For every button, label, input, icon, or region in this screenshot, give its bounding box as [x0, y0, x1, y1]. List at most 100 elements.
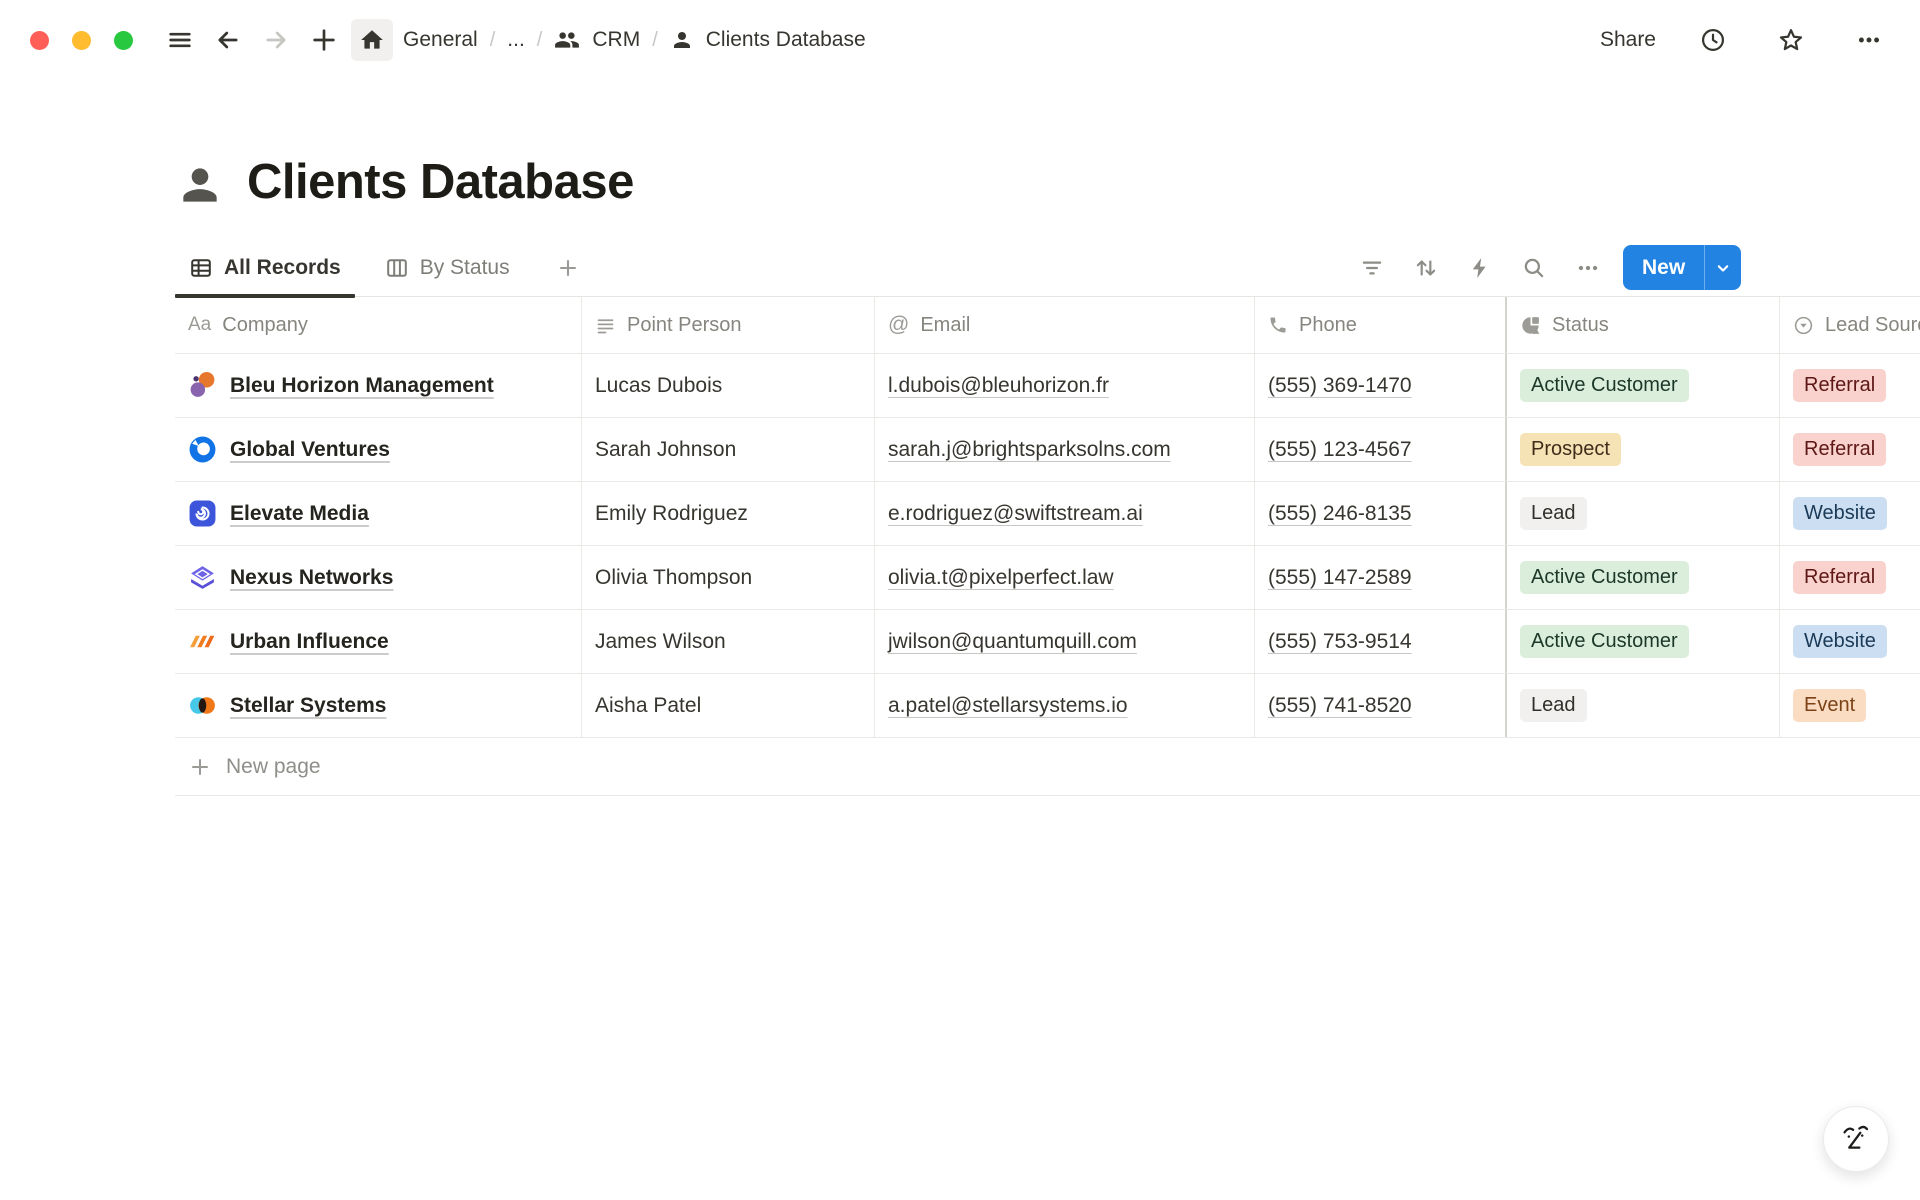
table-row[interactable]: Global Ventures Sarah Johnson sarah.j@br… — [175, 418, 1920, 482]
phone-cell[interactable]: (555) 753-9514 — [1254, 610, 1505, 673]
phone-cell[interactable]: (555) 741-8520 — [1254, 674, 1505, 737]
lead-source-badge[interactable]: Referral — [1793, 369, 1886, 402]
status-badge[interactable]: Prospect — [1520, 433, 1621, 466]
company-cell[interactable]: Bleu Horizon Management — [175, 354, 581, 417]
point-person-cell[interactable]: James Wilson — [581, 610, 874, 673]
phone-link[interactable]: (555) 123-4567 — [1268, 438, 1412, 462]
company-cell[interactable]: Elevate Media — [175, 482, 581, 545]
view-options-button[interactable] — [1575, 255, 1601, 281]
company-name[interactable]: Stellar Systems — [230, 694, 386, 718]
breadcrumb-collapsed[interactable]: ... — [507, 28, 525, 52]
email-link[interactable]: a.patel@stellarsystems.io — [888, 694, 1128, 718]
lead-source-badge[interactable]: Event — [1793, 689, 1866, 722]
sort-button[interactable] — [1413, 255, 1439, 281]
email-cell[interactable]: sarah.j@brightsparksolns.com — [874, 418, 1254, 481]
company-name[interactable]: Urban Influence — [230, 630, 389, 654]
status-cell[interactable]: Active Customer — [1505, 610, 1779, 673]
column-header-point-person[interactable]: Point Person — [581, 297, 874, 353]
status-badge[interactable]: Lead — [1520, 497, 1587, 530]
status-badge[interactable]: Active Customer — [1520, 369, 1689, 402]
new-tab-button[interactable] — [303, 19, 345, 61]
phone-link[interactable]: (555) 246-8135 — [1268, 502, 1412, 526]
phone-cell[interactable]: (555) 123-4567 — [1254, 418, 1505, 481]
back-button[interactable] — [207, 19, 249, 61]
minimize-window-button[interactable] — [72, 31, 91, 50]
point-person-cell[interactable]: Lucas Dubois — [581, 354, 874, 417]
email-cell[interactable]: e.rodriguez@swiftstream.ai — [874, 482, 1254, 545]
email-cell[interactable]: jwilson@quantumquill.com — [874, 610, 1254, 673]
point-person-cell[interactable]: Aisha Patel — [581, 674, 874, 737]
point-person-cell[interactable]: Sarah Johnson — [581, 418, 874, 481]
column-header-lead-source[interactable]: Lead Source — [1779, 297, 1920, 353]
company-name[interactable]: Nexus Networks — [230, 566, 393, 590]
company-cell[interactable]: Global Ventures — [175, 418, 581, 481]
breadcrumb-root[interactable]: General — [403, 28, 478, 52]
table-row[interactable]: Elevate Media Emily Rodriguez e.rodrigue… — [175, 482, 1920, 546]
email-link[interactable]: olivia.t@pixelperfect.law — [888, 566, 1114, 590]
search-button[interactable] — [1521, 255, 1547, 281]
sidebar-menu-button[interactable] — [159, 19, 201, 61]
company-name[interactable]: Bleu Horizon Management — [230, 374, 494, 398]
filter-button[interactable] — [1359, 255, 1385, 281]
column-header-company[interactable]: Aa Company — [175, 297, 581, 353]
forward-button[interactable] — [255, 19, 297, 61]
phone-link[interactable]: (555) 147-2589 — [1268, 566, 1412, 590]
new-record-button[interactable]: New — [1623, 245, 1741, 290]
status-badge[interactable]: Active Customer — [1520, 625, 1689, 658]
company-name[interactable]: Elevate Media — [230, 502, 369, 526]
phone-cell[interactable]: (555) 147-2589 — [1254, 546, 1505, 609]
column-header-email[interactable]: @ Email — [874, 297, 1254, 353]
more-options-button[interactable] — [1848, 19, 1890, 61]
automation-button[interactable] — [1467, 255, 1493, 281]
tab-by-status[interactable]: By Status — [371, 240, 524, 296]
email-link[interactable]: jwilson@quantumquill.com — [888, 630, 1137, 654]
column-header-status[interactable]: Status — [1505, 297, 1779, 353]
company-cell[interactable]: Nexus Networks — [175, 546, 581, 609]
home-button[interactable] — [351, 19, 393, 61]
status-cell[interactable]: Prospect — [1505, 418, 1779, 481]
email-cell[interactable]: olivia.t@pixelperfect.law — [874, 546, 1254, 609]
add-view-button[interactable] — [550, 240, 586, 296]
new-page-button[interactable]: New page — [175, 738, 1920, 796]
company-name[interactable]: Global Ventures — [230, 438, 390, 462]
status-badge[interactable]: Active Customer — [1520, 561, 1689, 594]
company-cell[interactable]: Urban Influence — [175, 610, 581, 673]
page-person-icon[interactable] — [175, 160, 225, 210]
zoom-window-button[interactable] — [114, 31, 133, 50]
table-row[interactable]: Stellar Systems Aisha Patel a.patel@stel… — [175, 674, 1920, 738]
lead-source-cell[interactable]: Website — [1779, 482, 1920, 545]
status-cell[interactable]: Lead — [1505, 482, 1779, 545]
company-cell[interactable]: Stellar Systems — [175, 674, 581, 737]
status-cell[interactable]: Lead — [1505, 674, 1779, 737]
close-window-button[interactable] — [30, 31, 49, 50]
email-cell[interactable]: l.dubois@bleuhorizon.fr — [874, 354, 1254, 417]
email-link[interactable]: sarah.j@brightsparksolns.com — [888, 438, 1171, 462]
phone-link[interactable]: (555) 369-1470 — [1268, 374, 1412, 398]
favorite-button[interactable] — [1770, 19, 1812, 61]
share-button[interactable]: Share — [1594, 24, 1662, 56]
email-link[interactable]: l.dubois@bleuhorizon.fr — [888, 374, 1109, 398]
lead-source-badge[interactable]: Referral — [1793, 433, 1886, 466]
phone-link[interactable]: (555) 741-8520 — [1268, 694, 1412, 718]
new-record-label[interactable]: New — [1623, 245, 1704, 290]
lead-source-cell[interactable]: Event — [1779, 674, 1920, 737]
status-cell[interactable]: Active Customer — [1505, 354, 1779, 417]
lead-source-cell[interactable]: Referral — [1779, 546, 1920, 609]
lead-source-cell[interactable]: Referral — [1779, 418, 1920, 481]
point-person-cell[interactable]: Olivia Thompson — [581, 546, 874, 609]
notion-ai-button[interactable] — [1823, 1106, 1889, 1172]
status-badge[interactable]: Lead — [1520, 689, 1587, 722]
status-cell[interactable]: Active Customer — [1505, 546, 1779, 609]
lead-source-badge[interactable]: Website — [1793, 625, 1887, 658]
new-record-dropdown[interactable] — [1704, 245, 1741, 290]
point-person-cell[interactable]: Emily Rodriguez — [581, 482, 874, 545]
table-row[interactable]: Urban Influence James Wilson jwilson@qua… — [175, 610, 1920, 674]
lead-source-badge[interactable]: Website — [1793, 497, 1887, 530]
lead-source-cell[interactable]: Referral — [1779, 354, 1920, 417]
email-cell[interactable]: a.patel@stellarsystems.io — [874, 674, 1254, 737]
email-link[interactable]: e.rodriguez@swiftstream.ai — [888, 502, 1143, 526]
table-row[interactable]: Nexus Networks Olivia Thompson olivia.t@… — [175, 546, 1920, 610]
history-button[interactable] — [1692, 19, 1734, 61]
tab-all-records[interactable]: All Records — [175, 240, 355, 296]
breadcrumb-team[interactable]: CRM — [592, 28, 640, 52]
